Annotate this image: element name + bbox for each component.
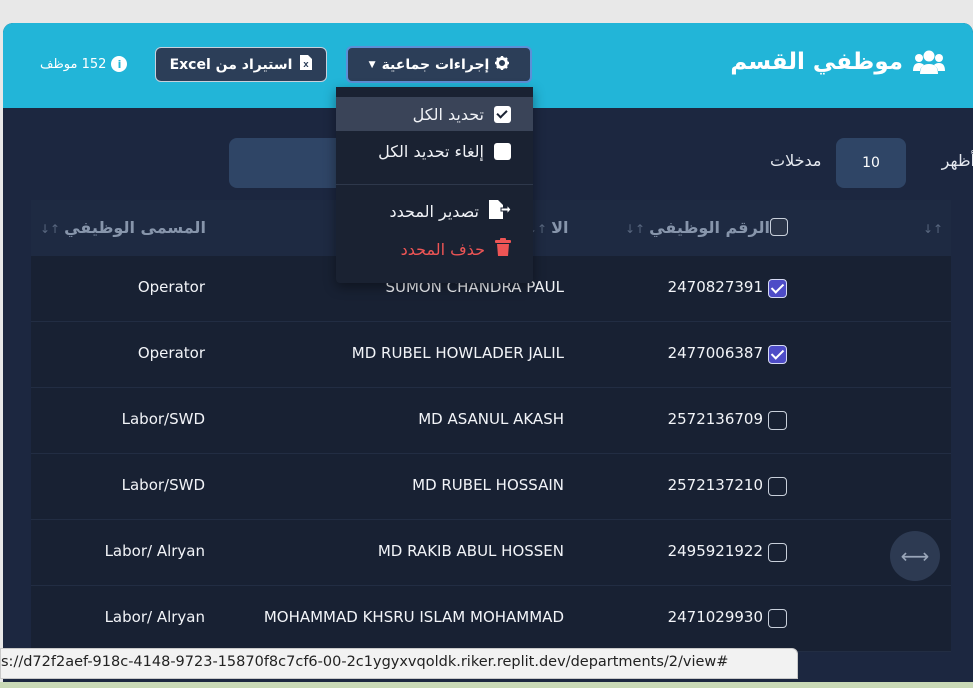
bottom-strip (0, 682, 973, 688)
column-id-label: الرقم الوظيفي (649, 218, 770, 237)
row-checkbox[interactable] (768, 609, 787, 628)
sort-icon: ↑↓ (625, 222, 646, 236)
department-card: موظفي القسم إجراءات جماعية ▼ X استيراد م… (3, 23, 973, 688)
square-icon (494, 143, 511, 160)
table-row[interactable]: 2477006387 MD RUBEL HOWLADER JALIL Opera… (31, 322, 951, 388)
show-entries-label: أظهر (941, 151, 973, 170)
cell-employee-id: 2572136709 (667, 410, 763, 428)
menu-divider (336, 184, 533, 185)
excel-file-icon: X (300, 55, 313, 74)
row-checkbox[interactable] (768, 279, 787, 298)
bulk-actions-menu: تحديد الكل إلغاء تحديد الكل تصدير المحدد… (336, 87, 533, 283)
import-excel-label: استيراد من Excel (169, 56, 293, 73)
bulk-actions-label: إجراءات جماعية (381, 56, 490, 73)
employee-count-text: 152 موظف (40, 56, 107, 72)
table-row[interactable]: 2495921922 MD RAKIB ABUL HOSSEN Labor/ A… (31, 520, 951, 586)
svg-text:X: X (304, 61, 310, 69)
cell-employee-id: 2477006387 (667, 344, 763, 362)
page-title: موظفي القسم (730, 49, 945, 75)
cell-job-title: Labor/ Alryan (104, 542, 205, 560)
row-checkbox[interactable] (768, 345, 787, 364)
cell-employee-id: 2470827391 (667, 278, 763, 296)
cell-employee-id: 2471029930 (667, 608, 763, 626)
column-header-id[interactable]: الرقم الوظيفي↑↓ (625, 218, 770, 237)
status-url: s://d72f2aef-918c-4148-9723-15870f8c7cf6… (1, 654, 729, 670)
scroll-toggle-button[interactable]: ⟷ (890, 531, 940, 581)
menu-item-deselect-all-label: إلغاء تحديد الكل (378, 142, 484, 161)
menu-item-delete-selected[interactable]: حذف المحدد (401, 238, 511, 260)
cell-employee-name: MD RUBEL HOSSAIN (412, 476, 564, 494)
caret-down-icon: ▼ (368, 59, 376, 70)
table-row[interactable]: 2572136709 MD ASANUL AKASH Labor/SWD (31, 388, 951, 454)
column-job-title-label: المسمى الوظيفي (64, 218, 206, 237)
row-checkbox[interactable] (768, 477, 787, 496)
column-header-job-title[interactable]: المسمى الوظيفي↑↓ (40, 218, 206, 237)
entries-label: مدخلات (770, 151, 822, 170)
menu-item-deselect-all[interactable]: إلغاء تحديد الكل (378, 142, 511, 161)
cell-job-title: Operator (137, 278, 205, 296)
cell-employee-name: MD RAKIB ABUL HOSSEN (377, 542, 564, 560)
menu-item-delete-label: حذف المحدد (400, 239, 485, 259)
cell-employee-name: MD ASANUL AKASH (418, 410, 564, 428)
users-icon (913, 49, 945, 75)
file-export-icon (489, 200, 512, 223)
column-header-name[interactable]: الا↑↓ (527, 218, 569, 237)
menu-item-select-all[interactable]: تحديد الكل (336, 97, 533, 131)
cell-employee-id: 2495921922 (667, 542, 763, 560)
check-square-icon (494, 105, 511, 123)
browser-status-bar: s://d72f2aef-918c-4148-9723-15870f8c7cf6… (0, 648, 798, 679)
column-header-actions[interactable]: ↑↓ (923, 218, 947, 237)
arrows-horizontal-icon: ⟷ (900, 544, 930, 568)
trash-icon (495, 238, 511, 260)
row-checkbox[interactable] (768, 411, 787, 430)
bulk-actions-button[interactable]: إجراءات جماعية ▼ (346, 46, 532, 83)
select-all-checkbox[interactable] (770, 218, 788, 236)
column-name-label: الا (551, 218, 569, 237)
entries-per-page-value: 10 (862, 155, 880, 171)
cell-employee-name: MOHAMMAD KHSRU ISLAM MOHAMMAD (263, 608, 564, 626)
cell-job-title: Operator (137, 344, 205, 362)
cell-job-title: Labor/SWD (121, 476, 205, 494)
employee-count: i 152 موظف (40, 56, 128, 72)
table-row[interactable]: 2471029930 MOHAMMAD KHSRU ISLAM MOHAMMAD… (31, 586, 951, 652)
sort-icon: ↑↓ (40, 222, 61, 236)
entries-per-page-select[interactable]: 10 (836, 138, 906, 188)
import-excel-button[interactable]: X استيراد من Excel (155, 47, 327, 82)
table-row[interactable]: 2572137210 MD RUBEL HOSSAIN Labor/SWD (31, 454, 951, 520)
cell-employee-id: 2572137210 (667, 476, 763, 494)
cell-job-title: Labor/ Alryan (104, 608, 205, 626)
menu-item-export-selected[interactable]: تصدير المحدد (389, 200, 512, 223)
sort-icon: ↑↓ (923, 222, 944, 236)
info-icon: i (111, 56, 128, 72)
gear-icon (495, 55, 510, 74)
cell-job-title: Labor/SWD (121, 410, 205, 428)
page-title-text: موظفي القسم (730, 49, 903, 75)
menu-item-select-all-label: تحديد الكل (412, 104, 484, 124)
row-checkbox[interactable] (768, 543, 787, 562)
menu-item-export-label: تصدير المحدد (389, 202, 479, 221)
cell-employee-name: MD RUBEL HOWLADER JALIL (351, 344, 564, 362)
